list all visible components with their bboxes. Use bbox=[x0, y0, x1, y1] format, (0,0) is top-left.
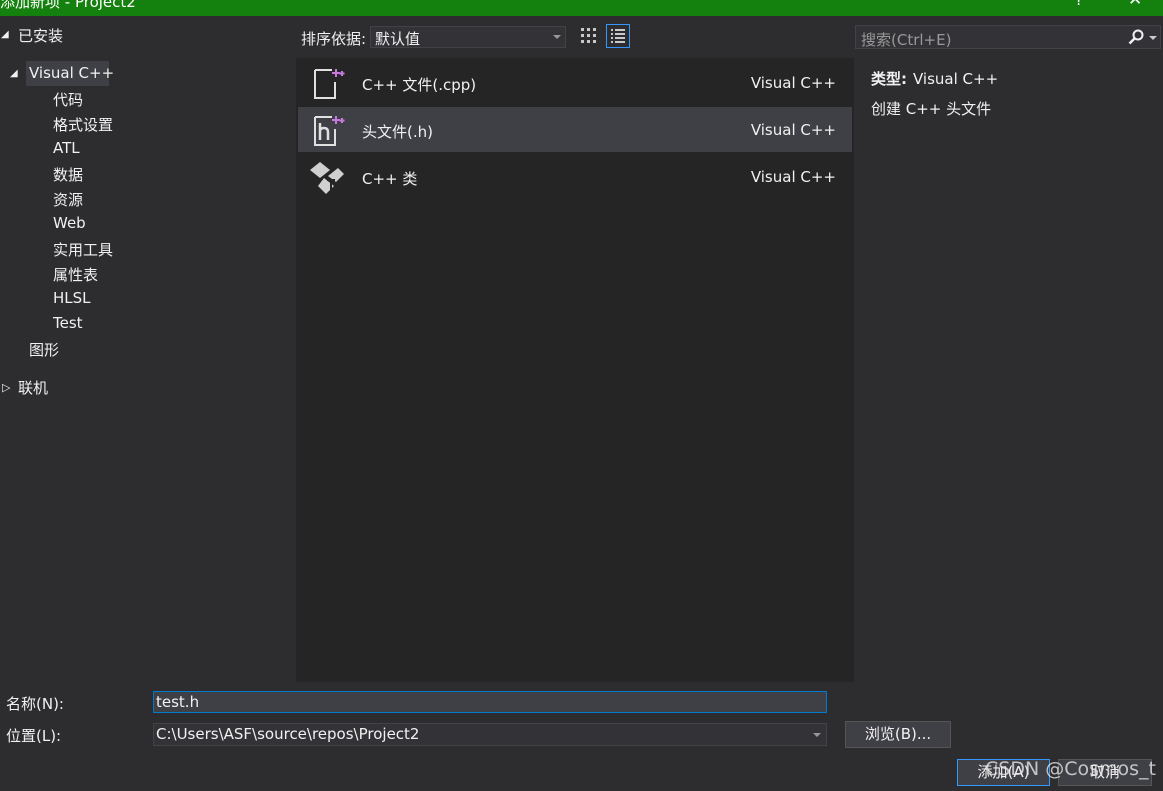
cpp-file-icon bbox=[314, 69, 345, 99]
tree-node-visual-cpp[interactable]: Visual C++ bbox=[29, 64, 114, 82]
template-category-tree: ◢ 已安装 ◢ Visual C++ 代码 格式设置 ATL 数据 资源 Web… bbox=[0, 16, 296, 682]
search-icon[interactable] bbox=[1128, 29, 1144, 45]
help-button[interactable]: ? bbox=[1075, 0, 1083, 9]
tree-node-data[interactable]: 数据 bbox=[53, 164, 83, 185]
collapsed-arrow-icon[interactable]: ▷ bbox=[2, 381, 10, 394]
list-view-button[interactable] bbox=[606, 24, 630, 48]
search-options-chevron-icon[interactable] bbox=[1149, 36, 1157, 40]
name-value: test.h bbox=[156, 693, 200, 711]
chevron-down-icon[interactable] bbox=[813, 733, 821, 737]
browse-button[interactable]: 浏览(B)... bbox=[845, 721, 951, 748]
tree-node-property-sheets[interactable]: 属性表 bbox=[53, 264, 98, 285]
template-item[interactable]: C++ 类 Visual C++ bbox=[298, 154, 852, 199]
template-name: C++ 类 bbox=[362, 170, 418, 188]
search-input[interactable]: 搜索(Ctrl+E) bbox=[861, 29, 951, 50]
template-language: Visual C++ bbox=[750, 168, 836, 186]
list-view-icon bbox=[611, 29, 625, 43]
close-button[interactable]: ✕ bbox=[1128, 0, 1142, 10]
tree-node-graphics[interactable]: 图形 bbox=[29, 339, 59, 360]
location-field[interactable]: C:\Users\ASF\source\repos\Project2 bbox=[153, 723, 827, 746]
tree-node-resources[interactable]: 资源 bbox=[53, 189, 83, 210]
watermark: CSDN @Cosmos_t bbox=[985, 758, 1156, 780]
template-name: C++ 文件(.cpp) bbox=[362, 76, 477, 94]
type-value: Visual C++ bbox=[913, 70, 999, 88]
tree-node-installed[interactable]: 已安装 bbox=[18, 25, 63, 46]
sort-label: 排序依据: bbox=[301, 30, 367, 48]
template-item-selected[interactable]: 头文件(.h) Visual C++ bbox=[298, 107, 852, 152]
tree-node-hlsl[interactable]: HLSL bbox=[53, 289, 91, 307]
chevron-down-icon bbox=[553, 35, 561, 39]
sort-dropdown[interactable]: 默认值 bbox=[370, 26, 566, 48]
tree-node-test[interactable]: Test bbox=[53, 314, 83, 332]
title-bar: 添加新项 - Project2 ? ✕ bbox=[0, 0, 1163, 16]
grid-view-icon[interactable] bbox=[579, 26, 601, 48]
name-label: 名称(N): bbox=[6, 695, 64, 713]
template-list: C++ 文件(.cpp) Visual C++ 头文件(.h) Visual C… bbox=[296, 58, 854, 682]
template-name: 头文件(.h) bbox=[362, 123, 433, 141]
tree-node-code[interactable]: 代码 bbox=[53, 89, 83, 110]
form-area: 名称(N): test.h 位置(L): C:\Users\ASF\source… bbox=[0, 682, 1163, 791]
sort-value: 默认值 bbox=[375, 30, 421, 48]
expanded-arrow-icon[interactable]: ◢ bbox=[1, 29, 9, 40]
sort-toolbar: 排序依据: 默认值 bbox=[296, 16, 854, 58]
template-type: 类型: Visual C++ bbox=[871, 68, 998, 89]
template-description: 创建 C++ 头文件 bbox=[871, 100, 992, 118]
template-language: Visual C++ bbox=[750, 121, 836, 139]
tree-node-online[interactable]: 联机 bbox=[18, 377, 48, 398]
header-file-icon bbox=[314, 116, 345, 146]
tree-node-web[interactable]: Web bbox=[53, 214, 86, 232]
expanded-arrow-icon[interactable]: ◢ bbox=[10, 68, 18, 79]
template-language: Visual C++ bbox=[750, 74, 836, 92]
tree-node-utility[interactable]: 实用工具 bbox=[53, 239, 113, 260]
tree-node-formatting[interactable]: 格式设置 bbox=[53, 114, 113, 135]
template-item[interactable]: C++ 文件(.cpp) Visual C++ bbox=[298, 60, 852, 105]
location-value: C:\Users\ASF\source\repos\Project2 bbox=[156, 725, 420, 743]
search-box[interactable]: 搜索(Ctrl+E) bbox=[855, 25, 1161, 49]
type-label: 类型: bbox=[871, 70, 907, 88]
name-field[interactable]: test.h bbox=[153, 691, 827, 713]
tree-node-atl[interactable]: ATL bbox=[53, 139, 80, 157]
details-panel: 搜索(Ctrl+E) 类型: Visual C++ 创建 C++ 头文件 bbox=[854, 16, 1163, 682]
cpp-class-icon bbox=[310, 162, 344, 194]
location-label: 位置(L): bbox=[6, 727, 62, 745]
window-title: 添加新项 - Project2 bbox=[0, 0, 136, 11]
